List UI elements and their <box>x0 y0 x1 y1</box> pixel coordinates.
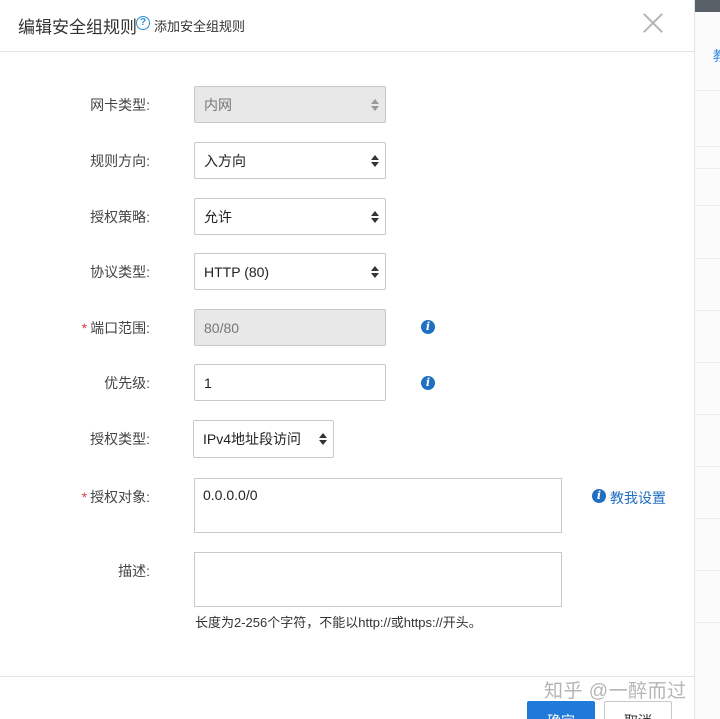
background-divider <box>695 362 720 363</box>
background-page: 教 <box>694 0 720 719</box>
priority-value: 1 <box>204 374 212 391</box>
info-icon: i <box>592 489 606 503</box>
description-hint: 长度为2-256个字符，不能以http://或https://开头。 <box>195 615 482 630</box>
background-divider <box>695 90 720 91</box>
select-arrows-icon <box>319 432 327 446</box>
dialog-title: 编辑安全组规则 <box>18 18 137 37</box>
auth-object-value: 0.0.0.0/0 <box>203 487 258 503</box>
cancel-button[interactable]: 取消 <box>604 701 672 719</box>
nic-type-label: 网卡类型: <box>90 97 150 113</box>
background-link-text: 教 <box>713 46 720 66</box>
description-textarea[interactable] <box>194 552 562 607</box>
select-arrows-icon <box>371 210 379 224</box>
port-range-input[interactable]: 80/80 <box>194 309 386 346</box>
info-icon[interactable]: i <box>421 376 435 390</box>
background-divider <box>695 518 720 519</box>
protocol-label: 协议类型: <box>90 264 150 280</box>
policy-label: 授权策略: <box>90 209 150 225</box>
close-icon[interactable] <box>640 10 666 36</box>
background-divider <box>695 205 720 206</box>
dialog-header: 编辑安全组规则 ? 添加安全组规则 <box>0 0 694 52</box>
description-label: 描述: <box>118 563 150 579</box>
background-divider <box>695 310 720 311</box>
background-divider <box>695 622 720 623</box>
confirm-button[interactable]: 确定 <box>527 701 595 719</box>
add-rule-help-link[interactable]: 添加安全组规则 <box>154 16 245 35</box>
direction-value: 入方向 <box>204 152 246 169</box>
background-divider <box>695 168 720 169</box>
select-arrows-icon <box>371 98 379 112</box>
background-divider <box>695 146 720 147</box>
background-header <box>695 0 720 12</box>
auth-object-textarea[interactable]: 0.0.0.0/0 <box>194 478 562 533</box>
nic-type-value: 内网 <box>204 96 232 113</box>
watermark: 知乎 @一醉而过 <box>544 681 687 702</box>
direction-select[interactable]: 入方向 <box>194 142 386 179</box>
auth-type-value: IPv4地址段访问 <box>203 431 302 447</box>
background-divider <box>695 258 720 259</box>
protocol-select[interactable]: HTTP (80) <box>194 253 386 290</box>
port-range-value: 80/80 <box>204 319 240 336</box>
auth-type-label: 授权类型: <box>90 431 150 447</box>
priority-label: 优先级: <box>104 375 150 391</box>
edit-security-rule-dialog: 编辑安全组规则 ? 添加安全组规则 网卡类型: 内网 规则方向: 入方向 授权策… <box>0 0 694 719</box>
priority-input[interactable]: 1 <box>194 364 386 401</box>
tutorial-link[interactable]: 教我设置 <box>610 488 666 508</box>
required-mark: * <box>81 489 88 505</box>
background-divider <box>695 466 720 467</box>
auth-type-select[interactable]: IPv4地址段访问 <box>193 420 334 458</box>
port-range-label: * 端口范围: <box>10 318 150 338</box>
required-mark: * <box>81 320 88 336</box>
nic-type-select[interactable]: 内网 <box>194 86 386 123</box>
help-icon[interactable]: ? <box>136 16 150 30</box>
select-arrows-icon <box>371 154 379 168</box>
info-icon[interactable]: i <box>421 320 435 334</box>
auth-object-label-text: 授权对象: <box>90 489 150 505</box>
policy-value: 允许 <box>204 208 232 225</box>
policy-select[interactable]: 允许 <box>194 198 386 235</box>
auth-object-label: * 授权对象: <box>10 487 150 507</box>
port-range-label-text: 端口范围: <box>90 320 150 336</box>
select-arrows-icon <box>371 265 379 279</box>
direction-label: 规则方向: <box>90 153 150 169</box>
background-divider <box>695 414 720 415</box>
background-divider <box>695 570 720 571</box>
protocol-value: HTTP (80) <box>204 263 270 280</box>
